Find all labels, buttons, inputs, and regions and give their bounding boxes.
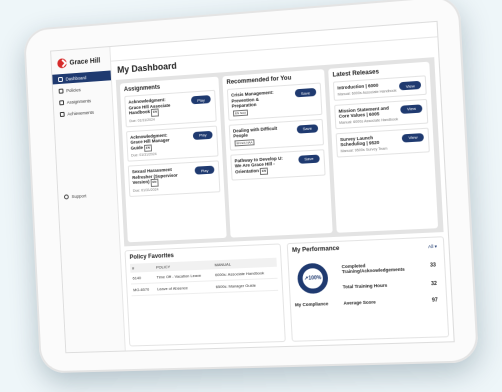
sidebar-item-label: Achievements (67, 109, 94, 116)
table-cell: 6500s: Manager Guide (213, 278, 278, 292)
view-button[interactable]: View (399, 81, 421, 91)
language-badge: EN (150, 179, 158, 187)
grid-icon (58, 76, 63, 81)
sidebar-item-label: Assignments (67, 98, 91, 105)
policy-favorites-card: Policy Favorites # POLICY MANUAL 6140 Ti… (124, 243, 285, 346)
compliance-label: My Compliance (295, 301, 329, 307)
app-screen: Grace Hill Dashboard Policies Assignment… (50, 21, 455, 353)
item-title: Acknowledgment: Grace Hill Associate Han… (128, 97, 170, 115)
table-cell: 6140 (130, 272, 155, 284)
list-item[interactable]: Mission Statement and Core Values | 6005… (334, 98, 428, 128)
support-link[interactable]: Support (64, 193, 87, 199)
compliance-value: 100% (308, 275, 321, 282)
list-item[interactable]: Crisis Management: Prevention & Preparat… (227, 83, 323, 121)
stat-label: Total Training Hours (343, 282, 415, 290)
list-item[interactable]: Introduction | 6000 Manual: 6000s Associ… (333, 75, 427, 100)
list-item[interactable]: Acknowledgment: Grace Hill Manager Guide… (126, 125, 219, 162)
releases-card: Latest Releases Introduction | 6000 Manu… (328, 62, 438, 233)
filter-value: All (428, 244, 434, 249)
save-button[interactable]: Save (295, 88, 317, 97)
main-content: My Dashboard Assignments Acknowledgment:… (110, 22, 453, 351)
table-cell: Leave of Absence (155, 281, 214, 295)
sidebar-item-achievements[interactable]: Achievements (54, 106, 113, 120)
language-badge: EN (144, 144, 152, 152)
view-button[interactable]: View (402, 133, 424, 142)
document-icon (59, 88, 64, 93)
brand-name: Grace Hill (69, 57, 100, 66)
list-item[interactable]: Dealing with Difficult People EN ES NAA … (229, 118, 324, 150)
grace-hill-logo-icon (57, 58, 67, 68)
save-button[interactable]: Save (298, 154, 320, 163)
help-icon (64, 194, 69, 199)
list-item[interactable]: Pathway to Develop U: We Are Grace Hill … (230, 149, 325, 181)
policy-table: # POLICY MANUAL 6140 Time Off - Vacation… (130, 258, 278, 297)
list-item[interactable]: Sexual Harassment Refresher (Supervisor … (128, 160, 221, 196)
play-button[interactable]: Play (193, 130, 213, 139)
item-title: Pathway to Develop U: We Are Grace Hill … (234, 155, 282, 174)
stat-label: Completed Training/Acknowledgements (341, 261, 414, 274)
tablet-frame: Grace Hill Dashboard Policies Assignment… (23, 0, 479, 373)
card-title: My Performance (292, 242, 439, 254)
cards-region: Assignments Acknowledgment: Grace Hill A… (116, 57, 444, 246)
stat-value: 32 (431, 281, 437, 287)
performance-card: My Performance All ▾ ↗ 100% My Compliance… (287, 236, 450, 342)
list-item[interactable]: Survey Launch Scheduling | 9520 Manual: … (336, 127, 430, 157)
trophy-icon (60, 111, 65, 116)
stat-value: 33 (430, 262, 436, 268)
assignments-card: Assignments Acknowledgment: Grace Hill A… (120, 77, 227, 243)
stat-label: Average Score (343, 298, 415, 306)
language-badge: EN NAA (233, 109, 248, 116)
recommended-card: Recommended for You Crisis Management: P… (222, 69, 332, 238)
bottom-region: Policy Favorites # POLICY MANUAL 6140 Ti… (124, 236, 449, 346)
clipboard-icon (59, 100, 64, 105)
table-cell: MG-6570 (131, 283, 156, 296)
chevron-down-icon: ▾ (434, 244, 437, 249)
language-badge: EN (260, 167, 269, 175)
item-title: Dealing with Difficult People (233, 125, 277, 138)
sidebar-item-label: Policies (66, 87, 81, 93)
stat-value: 97 (432, 297, 438, 303)
save-button[interactable]: Save (297, 124, 319, 133)
play-button[interactable]: Play (195, 166, 215, 175)
sidebar-item-label: Dashboard (65, 75, 86, 81)
language-badge: EN ES NAA (234, 139, 254, 146)
item-title: Crisis Management: Prevention & Preparat… (231, 90, 274, 109)
filter-dropdown[interactable]: All ▾ (428, 244, 437, 251)
compliance-ring: ↗ 100% (297, 263, 329, 294)
play-button[interactable]: Play (191, 95, 211, 104)
view-button[interactable]: View (401, 104, 423, 114)
support-label: Support (71, 193, 86, 199)
list-item[interactable]: Acknowledgment: Grace Hill Associate Han… (124, 90, 216, 127)
language-badge: EN (151, 108, 159, 116)
